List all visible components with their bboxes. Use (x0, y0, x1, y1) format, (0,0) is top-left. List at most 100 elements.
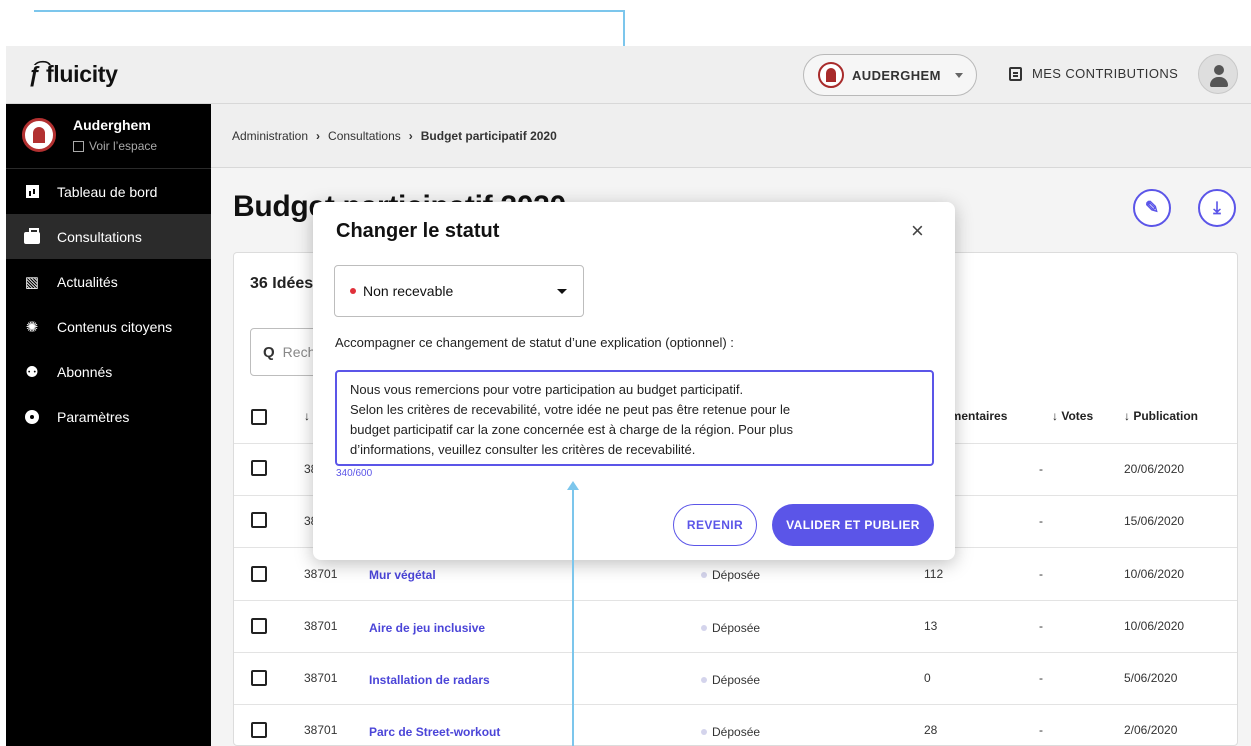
lightbulb-icon: ✺ (25, 318, 39, 336)
breadcrumb-chevron-icon: › (316, 128, 321, 143)
row-title-link[interactable]: Mur végétal (369, 568, 436, 582)
row-votes: - (1039, 671, 1043, 685)
edit-button[interactable]: ✎ (1133, 189, 1171, 227)
change-status-modal: Changer le statut × Non recevable Accomp… (313, 202, 955, 560)
row-date: 10/06/2020 (1124, 619, 1185, 633)
my-contributions-label: MES CONTRIBUTIONS (1032, 66, 1179, 81)
ideas-count: 36 Idées (250, 275, 314, 292)
explanation-line: budget participatif car la zone concerné… (350, 422, 793, 437)
row-comments: 112 (924, 567, 944, 581)
external-link-icon (73, 140, 84, 152)
row-title-link[interactable]: Parc de Street-workout (369, 725, 500, 739)
row-date: 2/06/2020 (1124, 723, 1178, 737)
breadcrumb-consultations[interactable]: Consultations (328, 129, 401, 143)
row-votes: - (1039, 462, 1043, 476)
row-status: Déposée (701, 568, 760, 582)
row-status-label: Déposée (712, 725, 761, 739)
chevron-down-icon (954, 72, 963, 78)
commune-selector-label: AUDERGHEM (852, 67, 941, 83)
annotation-arrowhead-up (567, 481, 579, 490)
row-title-link[interactable]: Installation de radars (369, 673, 490, 687)
fluicity-logo-icon: ƒ͡ (28, 61, 40, 87)
character-counter: 340/600 (336, 468, 373, 479)
sidebar-item-settings[interactable]: Paramètres (6, 394, 211, 439)
sidebar-item-label: Abonnés (57, 363, 113, 380)
row-id: 38701 (304, 567, 338, 581)
back-button[interactable]: REVENIR (673, 504, 757, 546)
dashboard-icon (24, 185, 40, 198)
download-button[interactable]: ⤓ (1198, 189, 1236, 227)
breadcrumb-administration[interactable]: Administration (232, 129, 308, 143)
select-all-checkbox[interactable] (251, 409, 267, 425)
row-divider (234, 652, 1237, 653)
row-status-label: Déposée (712, 568, 761, 582)
row-status-label: Déposée (712, 621, 761, 635)
row-comments: 28 (924, 723, 938, 737)
status-select[interactable]: Non recevable (334, 265, 584, 317)
view-space-link[interactable]: Voir l’espace (73, 139, 157, 153)
row-title-link[interactable]: Aire de jeu inclusive (369, 621, 485, 635)
sort-id-header[interactable]: ↓ (304, 409, 310, 423)
view-space-label: Voir l’espace (89, 139, 158, 153)
explanation-line: Nous vous remercions pour votre particip… (350, 382, 744, 397)
row-status: Déposée (701, 673, 760, 687)
user-icon-body (1210, 77, 1228, 87)
row-status: Déposée (701, 725, 760, 739)
row-comments: 0 (924, 671, 931, 685)
user-avatar[interactable] (1198, 54, 1238, 94)
sidebar: Auderghem Voir l’espace Tableau de bord … (6, 104, 211, 746)
sidebar-item-citizen-content[interactable]: ✺ Contenus citoyens (6, 304, 211, 349)
row-date: 10/06/2020 (1124, 567, 1185, 581)
row-votes: - (1039, 619, 1043, 633)
row-checkbox[interactable] (251, 618, 267, 634)
row-divider (234, 600, 1237, 601)
row-status-label: Déposée (712, 673, 761, 687)
brand-logo[interactable]: ƒ͡ fluicity (28, 61, 118, 88)
space-logo-icon (22, 118, 56, 152)
sidebar-item-consultations[interactable]: Consultations (6, 214, 211, 259)
row-comments: 13 (924, 619, 938, 633)
validate-publish-button[interactable]: VALIDER ET PUBLIER (772, 504, 934, 546)
row-id: 38701 (304, 671, 338, 685)
sidebar-item-news[interactable]: ▧ Actualités (6, 259, 211, 304)
sidebar-item-dashboard[interactable]: Tableau de bord (6, 169, 211, 214)
row-id: 38701 (304, 619, 338, 633)
breadcrumb-current: Budget participatif 2020 (420, 128, 557, 143)
row-date: 20/06/2020 (1124, 462, 1185, 476)
my-contributions-link[interactable]: MES CONTRIBUTIONS (1009, 66, 1178, 81)
status-dot-icon (701, 625, 707, 631)
top-bar: ƒ͡ fluicity AUDERGHEM MES CONTRIBUTIONS (6, 46, 1251, 104)
breadcrumb: Administration › Consultations › Budget … (211, 104, 1251, 168)
sidebar-item-label: Paramètres (57, 408, 130, 425)
commune-selector[interactable]: AUDERGHEM (803, 54, 977, 96)
sidebar-item-label: Contenus citoyens (57, 318, 173, 335)
row-checkbox[interactable] (251, 512, 267, 528)
close-icon[interactable]: × (911, 218, 924, 244)
status-dot-icon (701, 729, 707, 735)
explanation-textarea[interactable]: Nous vous remercions pour votre particip… (335, 370, 934, 466)
status-dot-icon (350, 288, 356, 294)
publication-header[interactable]: ↓ Publication (1124, 409, 1198, 423)
annotation-line-bottom (572, 489, 574, 746)
sidebar-item-label: Consultations (57, 228, 142, 245)
row-checkbox[interactable] (251, 566, 267, 582)
gear-icon (24, 409, 40, 424)
brand-name: fluicity (45, 61, 118, 87)
explanation-label: Accompagner ce changement de statut d’un… (335, 335, 734, 350)
pencil-icon: ✎ (1144, 198, 1160, 217)
people-icon: ⚉ (25, 363, 39, 381)
row-checkbox[interactable] (251, 460, 267, 476)
sidebar-item-label: Actualités (57, 273, 118, 290)
votes-header[interactable]: ↓ Votes (1052, 409, 1093, 423)
search-icon: Q (263, 343, 275, 361)
row-checkbox[interactable] (251, 670, 267, 686)
row-date: 15/06/2020 (1124, 514, 1185, 528)
row-id: 38701 (304, 723, 338, 737)
row-divider (234, 704, 1237, 705)
row-status: Déposée (701, 621, 760, 635)
news-icon: ▧ (24, 273, 40, 291)
sidebar-item-subscribers[interactable]: ⚉ Abonnés (6, 349, 211, 394)
row-checkbox[interactable] (251, 722, 267, 738)
briefcase-icon (24, 228, 40, 244)
commune-logo-icon (818, 62, 844, 88)
